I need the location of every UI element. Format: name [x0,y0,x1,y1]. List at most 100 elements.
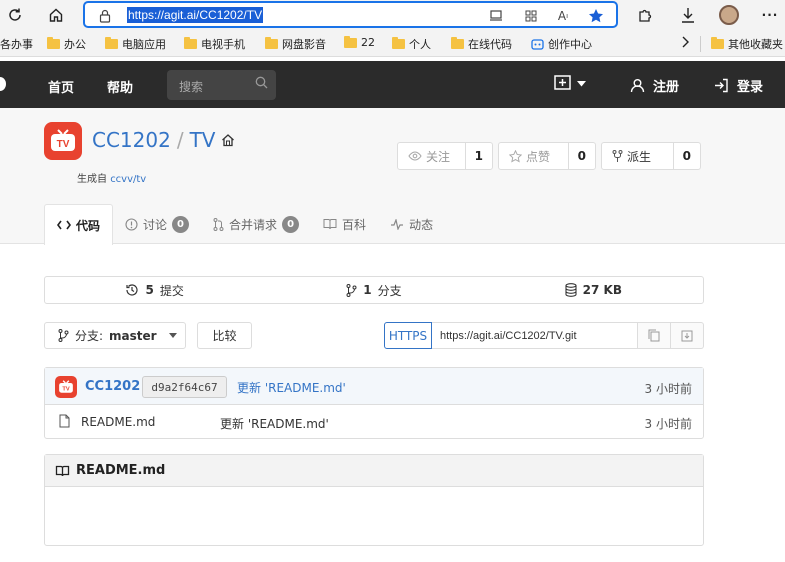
star-button[interactable]: 点赞 [499,143,569,169]
search-input[interactable]: 搜索 [167,70,276,100]
bookmark-folder[interactable]: 22 [344,35,375,49]
profile-avatar[interactable] [717,3,741,27]
site-logo-icon[interactable] [0,77,6,91]
reload-icon[interactable] [3,3,27,27]
folder-icon [105,37,118,49]
file-name-link[interactable]: README.md [81,415,155,429]
sign-in-icon [715,78,728,93]
issue-icon [125,217,138,231]
pr-count-badge: 0 [282,215,300,233]
site-navbar: 首页 帮助 搜索 注册 登录 [0,61,785,108]
branch-selector[interactable]: 分支: master [44,322,186,349]
bookmark-folder[interactable]: 电视手机 [184,36,245,52]
repo-name-link[interactable]: TV [190,128,216,152]
repo-owner-link[interactable]: CC1202 [92,128,171,152]
file-commit-message[interactable]: 更新 'README.md' [220,415,329,432]
home-icon[interactable] [44,3,68,27]
register-link[interactable]: 注册 [630,76,679,95]
grid-icon[interactable] [522,7,540,25]
bookmark-folder[interactable]: 在线代码 [451,36,512,52]
watch-button-group: 关注 1 [397,142,493,170]
folder-icon [47,37,60,49]
watch-button[interactable]: 关注 [398,143,466,169]
https-protocol-button[interactable]: HTTPS [384,322,432,349]
star-icon [509,149,522,162]
tab-issues[interactable]: 讨论 0 [113,204,201,244]
create-menu[interactable] [554,75,586,92]
file-table: TV CC1202 d9a2f64c67 更新 'README.md' 3 小时… [44,367,704,439]
tab-wiki[interactable]: 百科 [311,204,378,244]
star-count[interactable]: 0 [569,143,595,169]
compare-button[interactable]: 比较 [197,322,252,349]
clone-url-input[interactable]: https://agit.ai/CC1202/TV.git [432,322,638,349]
download-button[interactable] [671,322,704,349]
path-separator: / [176,128,184,152]
folder-icon [711,37,724,49]
folder-icon [344,35,357,48]
watch-count[interactable]: 1 [466,143,492,169]
copy-button[interactable] [638,322,671,349]
download-icon[interactable] [676,3,700,27]
nav-home-link[interactable]: 首页 [48,77,74,96]
app-available-icon[interactable] [488,7,506,25]
copy-icon [648,329,660,342]
bookmark-item[interactable]: 各办事 [0,36,33,52]
bookmark-folder[interactable]: 网盘影音 [265,36,326,52]
fork-count[interactable]: 0 [674,143,700,169]
tab-activity[interactable]: 动态 [378,204,445,244]
svg-text:TV: TV [62,386,69,392]
tab-code[interactable]: 代码 [44,204,114,245]
pulse-icon [391,218,404,230]
commit-author-link[interactable]: CC1202 [85,379,140,394]
commits-stat-link[interactable]: 5 提交 [45,277,264,303]
issues-count-badge: 0 [172,215,190,233]
login-link[interactable]: 登录 [714,76,763,95]
add-repo-icon [554,75,571,90]
latest-commit-row: TV CC1202 d9a2f64c67 更新 'README.md' 3 小时… [45,368,703,405]
bookmark-item[interactable]: 创作中心 [531,36,592,52]
forked-from-link[interactable]: ccvv/tv [110,174,146,185]
bookmark-folder[interactable]: 电脑应用 [105,36,166,52]
url-text[interactable]: https://agit.ai/CC1202/TV [127,7,264,23]
pull-request-icon [213,217,224,231]
clone-url-group: HTTPS https://agit.ai/CC1202/TV.git [384,322,704,349]
address-bar[interactable]: https://agit.ai/CC1202/TV Aı [83,1,618,28]
forked-from: 生成自 ccvv/tv [77,174,147,185]
branches-stat-link[interactable]: 1 分支 [264,277,483,303]
user-icon [630,79,645,93]
nav-help-link[interactable]: 帮助 [107,77,133,96]
bookmarks-overflow-chevron-icon[interactable] [681,36,689,48]
repo-title: CC1202 / TV [92,128,235,152]
folder-icon [392,37,405,49]
repo-stats-bar: 5 提交 1 分支 27 KB [44,276,704,304]
search-icon[interactable] [255,76,268,92]
history-icon [126,284,139,296]
bookmark-folder[interactable]: 办公 [47,36,86,52]
commit-time: 3 小时前 [644,382,692,396]
tab-pull-requests[interactable]: 合并请求 0 [201,204,311,244]
search-placeholder: 搜索 [179,80,204,94]
download-icon [681,330,693,341]
branch-icon [58,329,69,342]
bookmark-folder-other[interactable]: 其他收藏夹 [700,36,783,52]
readme-title: README.md [76,463,166,478]
book-icon [323,219,337,230]
bookmark-folder[interactable]: 个人 [392,36,431,52]
tv-logo-icon: TV [51,129,75,151]
readme-header: README.md [45,455,703,487]
favorite-star-icon[interactable] [587,7,605,25]
file-icon [59,414,70,431]
repo-avatar[interactable]: TV [44,122,82,160]
read-aloud-icon[interactable]: Aı [554,7,572,25]
code-icon [57,220,71,230]
star-button-group: 点赞 0 [498,142,596,170]
commit-author-avatar[interactable]: TV [55,376,77,398]
fork-button[interactable]: 派生 [602,143,674,169]
more-menu-icon[interactable]: ··· [758,3,782,27]
extensions-icon[interactable] [632,3,656,27]
table-row[interactable]: README.md 更新 'README.md' 3 小时前 [45,405,703,439]
commit-message-link[interactable]: 更新 'README.md' [237,379,346,396]
lock-icon[interactable] [96,7,114,25]
commit-sha-button[interactable]: d9a2f64c67 [142,376,227,398]
database-icon [565,283,577,297]
